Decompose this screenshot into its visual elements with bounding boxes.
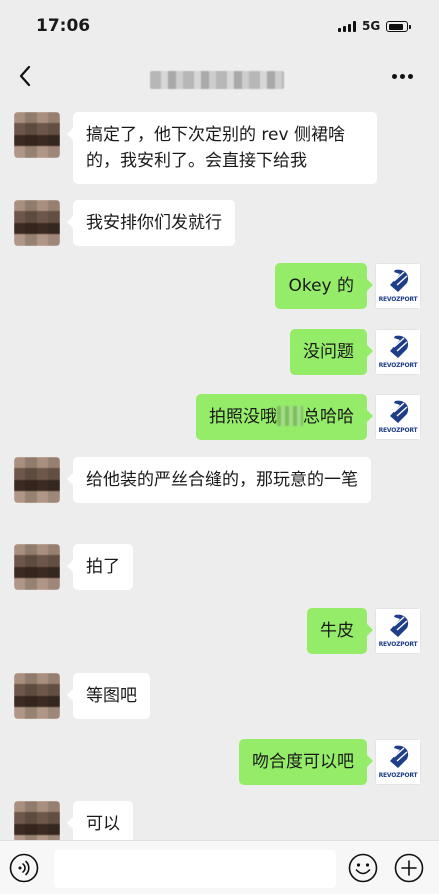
brand-logo-icon: REVOZPORT: [375, 329, 421, 375]
self-avatar[interactable]: REVOZPORT: [375, 394, 421, 440]
message-bubble[interactable]: 没问题: [290, 329, 373, 375]
message-bubble[interactable]: 等图吧: [67, 673, 150, 719]
message-bubble[interactable]: 牛皮: [307, 608, 373, 654]
back-arrow-icon[interactable]: [14, 62, 38, 90]
self-avatar[interactable]: REVOZPORT: [375, 263, 421, 309]
message-bubble[interactable]: 拍照没哦 总哈哈: [196, 394, 373, 440]
emoji-icon[interactable]: [348, 853, 378, 883]
self-avatar[interactable]: REVOZPORT: [375, 739, 421, 785]
brand-logo-icon: REVOZPORT: [375, 739, 421, 785]
contact-avatar[interactable]: [14, 112, 60, 158]
contact-avatar[interactable]: [14, 200, 60, 246]
brand-logo-icon: REVOZPORT: [375, 608, 421, 654]
contact-avatar[interactable]: [14, 544, 60, 590]
chat-title-redacted: [150, 71, 284, 89]
contact-avatar[interactable]: [14, 457, 60, 503]
message-bubble[interactable]: 给他装的严丝合缝的，那玩意的一笔: [67, 457, 371, 503]
signal-icon: [338, 21, 356, 32]
brand-logo-icon: REVOZPORT: [375, 263, 421, 309]
chat-header: [0, 48, 439, 104]
message-bubble[interactable]: 可以: [67, 801, 133, 840]
message-text-part: 拍照没哦: [209, 407, 277, 427]
message-input[interactable]: [54, 850, 336, 888]
message-bubble[interactable]: 搞定了，他下次定别的 rev 侧裙啥的，我安利了。会直接下给我: [67, 112, 377, 184]
input-bar: [0, 840, 439, 894]
brand-logo-icon: REVOZPORT: [375, 394, 421, 440]
message-bubble[interactable]: 吻合度可以吧: [239, 739, 373, 785]
self-avatar[interactable]: REVOZPORT: [375, 329, 421, 375]
network-label: 5G: [362, 19, 381, 33]
more-dots-icon[interactable]: [386, 66, 420, 86]
self-avatar[interactable]: REVOZPORT: [375, 608, 421, 654]
plus-icon[interactable]: [394, 853, 424, 883]
status-time: 17:06: [36, 16, 91, 36]
message-bubble[interactable]: 我安排你们发就行: [67, 200, 235, 246]
voice-icon[interactable]: [9, 853, 39, 883]
contact-avatar[interactable]: [14, 801, 60, 840]
message-text-part: 总哈哈: [303, 407, 354, 427]
message-bubble[interactable]: 拍了: [67, 544, 133, 590]
message-list[interactable]: 搞定了，他下次定别的 rev 侧裙啥的，我安利了。会直接下给我 我安排你们发就行…: [0, 104, 439, 840]
battery-icon: [386, 21, 411, 32]
contact-avatar[interactable]: [14, 673, 60, 719]
redacted-name: [277, 406, 303, 426]
status-bar: 17:06 5G: [0, 0, 439, 48]
message-bubble[interactable]: Okey 的: [275, 263, 373, 309]
